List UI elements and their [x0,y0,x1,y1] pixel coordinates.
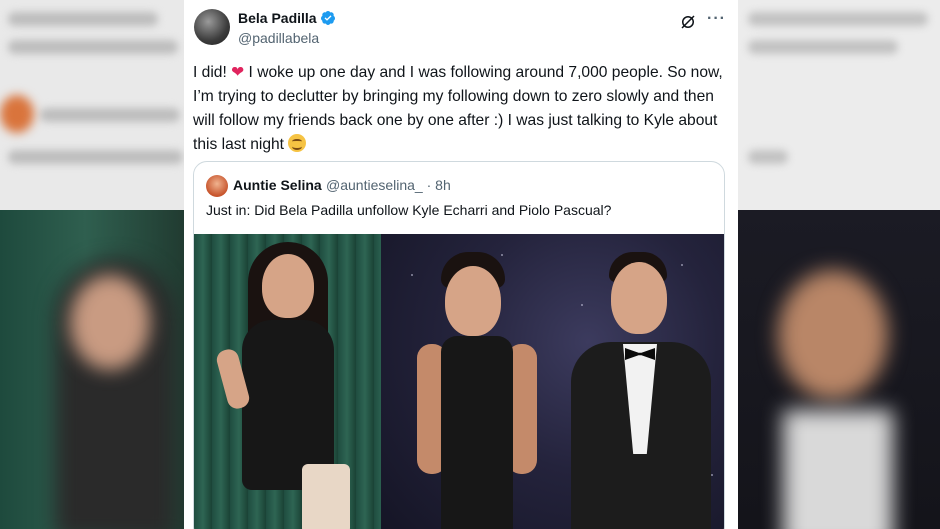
smiling-face-icon [288,134,307,152]
author-display-name[interactable]: Bela Padilla [238,10,317,26]
person-figure-middle [401,244,551,529]
person-figure-right [561,246,721,529]
image-panel-curtain [194,234,381,529]
quoted-tweet-image[interactable] [194,234,724,529]
quoted-tweet-text: Just in: Did Bela Padilla unfollow Kyle … [206,202,612,218]
blurred-avatar [0,95,34,133]
blurred-text-right [738,0,940,210]
grok-icon[interactable] [679,13,697,31]
heart-emoji-icon: ❤ [231,64,245,81]
author-avatar[interactable] [194,9,230,45]
blurred-photo-left [0,210,190,529]
quoted-author-avatar[interactable] [206,175,228,197]
quoted-tweet-card[interactable]: Auntie Selina @auntieselina_ · 8h Just i… [193,161,725,529]
author-handle[interactable]: @padillabela [238,30,319,46]
tweet-text: I did! ❤ I woke up one day and I was fol… [193,61,725,157]
person-figure-left [214,234,374,529]
tweet-text-part2: I woke up one day and I was following ar… [193,64,723,153]
more-icon[interactable]: ··· [707,10,726,28]
image-panel-dark [381,234,724,529]
quoted-author-handle-time[interactable]: @auntieselina_ · 8h [326,177,451,193]
quoted-author-name[interactable]: Auntie Selina [233,177,322,193]
tweet-card[interactable]: Bela Padilla @padillabela ··· I did! ❤ I… [184,0,738,529]
verified-badge-icon [321,11,335,25]
tweet-text-part1: I did! [193,64,232,81]
blurred-photo-right [738,210,940,529]
